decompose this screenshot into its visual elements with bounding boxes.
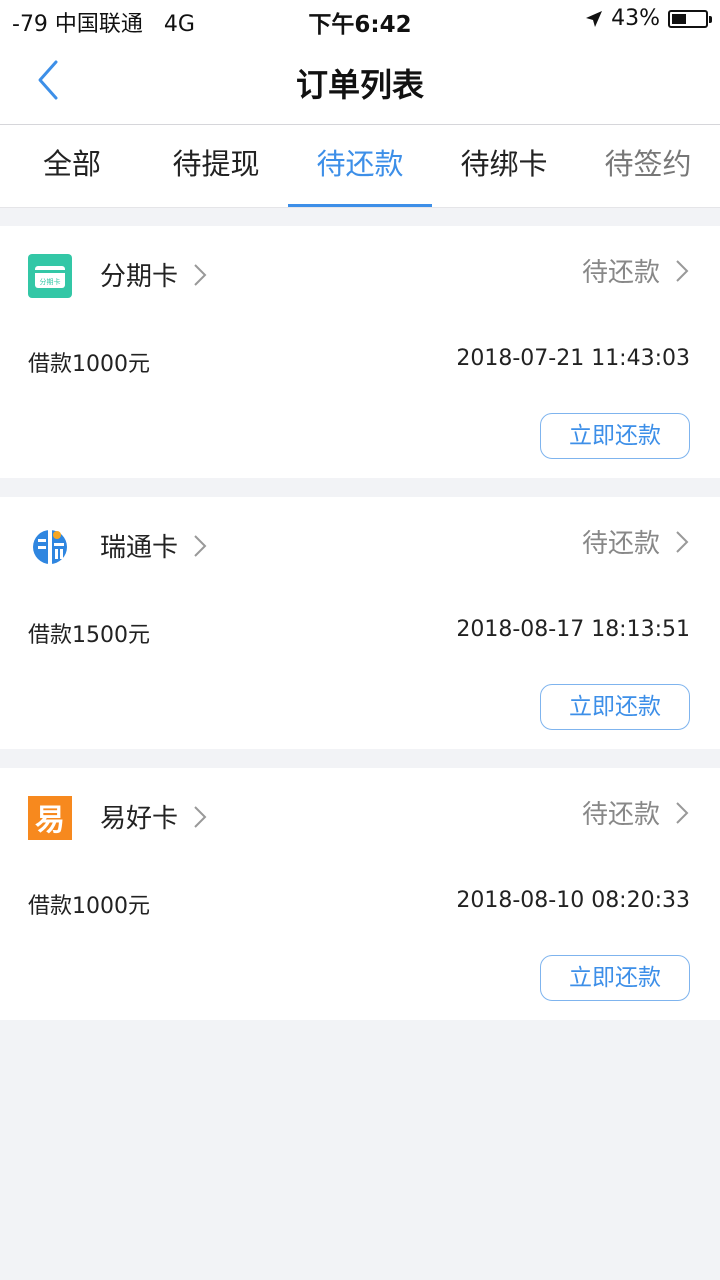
back-button[interactable] [28, 58, 72, 102]
order-status: 待还款 [581, 800, 660, 830]
chevron-right-icon [194, 534, 207, 557]
card-name: 瑞通卡 [100, 533, 179, 563]
order-time: 2018-08-10 08:20:33 [456, 888, 690, 913]
order-card: 瑞通卡 待还款 借款1500元 2018-08-17 18:13:51 立即还款 [0, 497, 720, 749]
order-status: 待还款 [581, 529, 660, 559]
loan-amount: 借款1500元 [28, 623, 150, 648]
loan-amount: 借款1000元 [28, 894, 150, 919]
order-time: 2018-08-17 18:13:51 [456, 617, 690, 642]
order-status-link[interactable]: 待还款 [582, 523, 692, 560]
chevron-right-icon [194, 805, 207, 828]
card-name-link[interactable]: 易好卡 [100, 798, 210, 835]
chevron-left-icon [38, 60, 58, 100]
card-name-link[interactable]: 分期卡 [100, 256, 210, 293]
battery-fill [672, 13, 686, 24]
order-status-link[interactable]: 待还款 [582, 252, 692, 289]
fenqi-card-logo-icon: 分期卡 [28, 254, 72, 298]
chevron-right-icon [676, 259, 689, 282]
tab-bar: 全部 待提现 待还款 待绑卡 待签约 [0, 125, 720, 208]
order-status-link[interactable]: 待还款 [582, 794, 692, 831]
chevron-right-icon [194, 263, 207, 286]
tab-all[interactable]: 全部 [0, 125, 144, 207]
loan-amount: 借款1000元 [28, 352, 150, 377]
status-right: 43% [585, 6, 712, 31]
battery-icon [668, 9, 712, 28]
nav-bar: 订单列表 [0, 40, 720, 125]
chevron-right-icon [676, 530, 689, 553]
svg-text:分期卡: 分期卡 [40, 277, 61, 286]
location-arrow-icon [586, 10, 603, 27]
tab-pending-repay[interactable]: 待还款 [288, 125, 432, 207]
status-bar: -79 中国联通 4G 下午6:42 43% [0, 0, 720, 40]
repay-now-button[interactable]: 立即还款 [540, 955, 690, 1001]
page-title: 订单列表 [295, 66, 424, 104]
repay-now-button[interactable]: 立即还款 [540, 413, 690, 459]
order-card: 分期卡 分期卡 待还款 借款1000元 2018-07-21 11:43:03 … [0, 226, 720, 478]
ruitong-card-logo-icon [33, 528, 67, 566]
order-card: 易 易好卡 待还款 借款1000元 2018-08-10 08:20:33 立即… [0, 768, 720, 1020]
tab-pending-bind-card[interactable]: 待绑卡 [432, 125, 576, 207]
svg-text:易: 易 [35, 803, 65, 838]
tab-pending-withdraw[interactable]: 待提现 [144, 125, 288, 207]
order-time: 2018-07-21 11:43:03 [456, 346, 690, 371]
repay-now-button[interactable]: 立即还款 [540, 684, 690, 730]
yihao-card-logo-icon: 易 [28, 796, 72, 840]
battery-percent: 43% [611, 6, 660, 31]
chevron-right-icon [676, 801, 689, 824]
order-status: 待还款 [581, 258, 660, 288]
card-name: 分期卡 [100, 262, 179, 292]
tab-pending-sign[interactable]: 待签约 [576, 125, 720, 207]
card-name: 易好卡 [100, 804, 179, 834]
card-name-link[interactable]: 瑞通卡 [100, 527, 210, 564]
